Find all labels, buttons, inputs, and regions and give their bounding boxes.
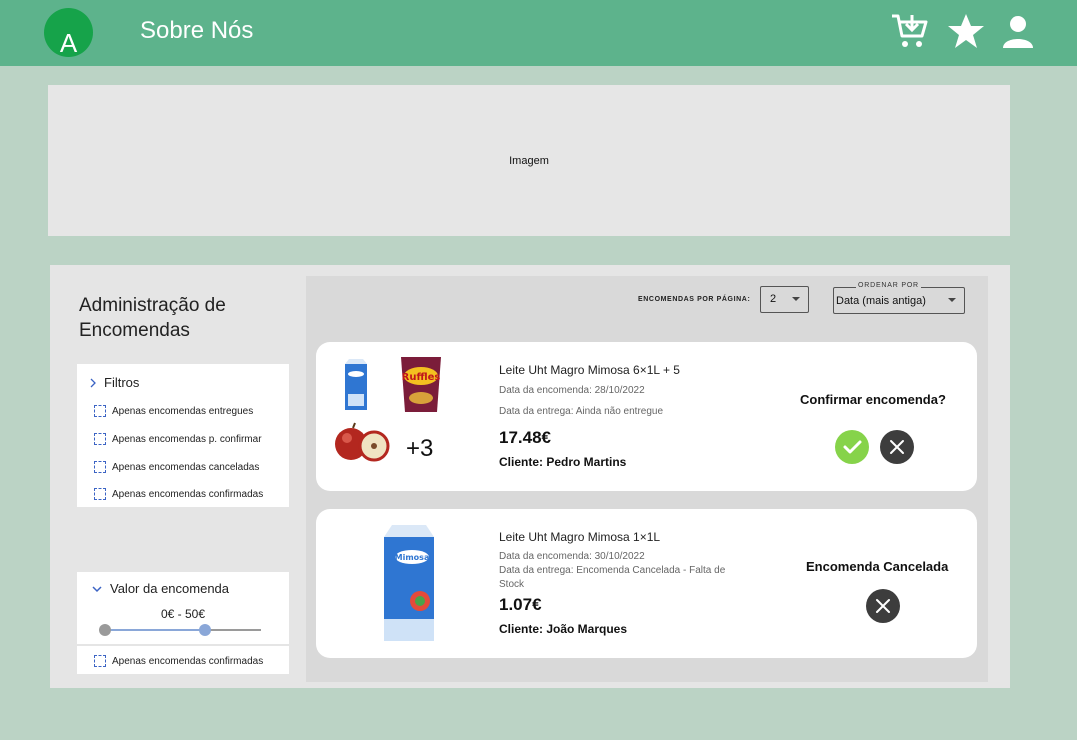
nav-about-link[interactable]: Sobre Nós: [140, 17, 253, 45]
value-range-label: 0€ - 50€: [160, 607, 206, 621]
value-filter-title: Valor da encomenda: [110, 581, 230, 596]
per-page-label: ENCOMENDAS POR PÁGINA:: [638, 296, 751, 303]
extra-filter-card: Apenas encomendas confirmadas: [77, 646, 289, 674]
checkbox[interactable]: [94, 488, 106, 500]
filters-toggle[interactable]: Filtros: [88, 375, 139, 390]
order-value-filter: Valor da encomenda 0€ - 50€: [77, 572, 289, 644]
filter-label: Apenas encomendas p. confirmar: [112, 433, 262, 445]
filter-confirmed[interactable]: Apenas encomendas confirmadas: [94, 488, 263, 500]
product-name: Leite Uht Magro Mimosa 1×1L: [499, 530, 661, 544]
client-name: Cliente: Pedro Martins: [499, 455, 627, 469]
logo[interactable]: A: [44, 8, 93, 57]
filter-label: Apenas encomendas entregues: [112, 405, 254, 417]
svg-text:Ruffles: Ruffles: [402, 372, 441, 383]
filters-title: Filtros: [104, 375, 140, 390]
filter-confirmed-extra[interactable]: Apenas encomendas confirmadas: [94, 655, 263, 667]
order-price: 1.07€: [499, 595, 542, 614]
user-icon[interactable]: [1000, 12, 1040, 52]
order-card: Mimosa Leite Uht Magro Mimosa 1×1L Data …: [316, 509, 977, 658]
per-page-value: 2: [770, 293, 777, 305]
caret-down-icon: [792, 297, 800, 301]
logo-letter: A: [59, 28, 78, 57]
filters-card: Filtros Apenas encomendas entregues Apen…: [77, 364, 289, 507]
filter-delivered[interactable]: Apenas encomendas entregues: [94, 405, 253, 417]
milk-carton-image: [345, 359, 367, 410]
slider-min-handle[interactable]: [99, 624, 111, 636]
sort-label: ORDENAR POR: [856, 282, 921, 289]
chevron-down-icon: [92, 585, 102, 592]
cancel-order-button[interactable]: [880, 430, 914, 464]
per-page-select[interactable]: 2: [760, 286, 809, 313]
add-to-cart-icon[interactable]: [890, 12, 930, 52]
order-date: Data da encomenda: 30/10/2022: [499, 551, 645, 562]
hero-image-placeholder: Imagem: [48, 85, 1010, 236]
close-icon: [890, 440, 904, 454]
order-status: Encomenda Cancelada: [806, 559, 949, 574]
product-name: Leite Uht Magro Mimosa 6×1L + 5: [499, 363, 680, 377]
checkbox[interactable]: [94, 405, 106, 417]
orders-admin-panel: Administração de Encomendas Filtros Apen…: [50, 265, 1010, 688]
confirm-order-prompt: Confirmar encomenda?: [800, 392, 946, 407]
close-icon: [876, 599, 890, 613]
filter-label: Apenas encomendas confirmadas: [112, 655, 264, 667]
sort-select[interactable]: ORDENAR POR Data (mais antiga): [833, 282, 965, 314]
filter-cancelled[interactable]: Apenas encomendas canceladas: [94, 461, 259, 473]
check-icon: [843, 440, 862, 454]
orders-list: ENCOMENDAS POR PÁGINA: 2 ORDENAR POR Dat…: [306, 276, 988, 682]
sort-value: Data (mais antiga): [836, 295, 926, 307]
filter-pending[interactable]: Apenas encomendas p. confirmar: [94, 433, 262, 445]
filter-label: Apenas encomendas confirmadas: [112, 488, 264, 500]
confirm-order-button[interactable]: [835, 430, 869, 464]
checkbox[interactable]: [94, 433, 106, 445]
more-items-count: +3: [406, 435, 434, 462]
client-name: Cliente: João Marques: [499, 622, 628, 636]
slider-fill: [105, 629, 205, 631]
checkbox[interactable]: [94, 461, 106, 473]
order-price: 17.48€: [499, 428, 551, 447]
order-date: Data da encomenda: 28/10/2022: [499, 385, 645, 396]
page-title: Administração de Encomendas: [79, 295, 226, 341]
apples-image: [335, 422, 390, 462]
delivery-date: Data da entrega: Ainda não entregue: [499, 406, 664, 417]
slider-max-handle[interactable]: [199, 624, 211, 636]
chips-bag-image: Ruffles: [401, 357, 441, 412]
checkbox[interactable]: [94, 655, 106, 667]
star-icon[interactable]: [946, 12, 986, 52]
delivery-date: Data da entrega: Encomenda Cancelada - F…: [499, 565, 726, 590]
top-bar: A Sobre Nós: [0, 0, 1077, 66]
milk-carton-image: Mimosa: [384, 525, 434, 641]
caret-down-icon: [948, 298, 956, 302]
hero-label: Imagem: [509, 155, 549, 167]
dismiss-order-button[interactable]: [866, 589, 900, 623]
value-filter-toggle[interactable]: Valor da encomenda: [92, 581, 229, 596]
chevron-right-icon: [90, 378, 96, 387]
svg-text:Mimosa: Mimosa: [395, 553, 430, 562]
filter-label: Apenas encomendas canceladas: [112, 461, 260, 473]
order-card: Ruffles +3 Leite Uht Magro Mimosa 6×1L +…: [316, 342, 977, 491]
